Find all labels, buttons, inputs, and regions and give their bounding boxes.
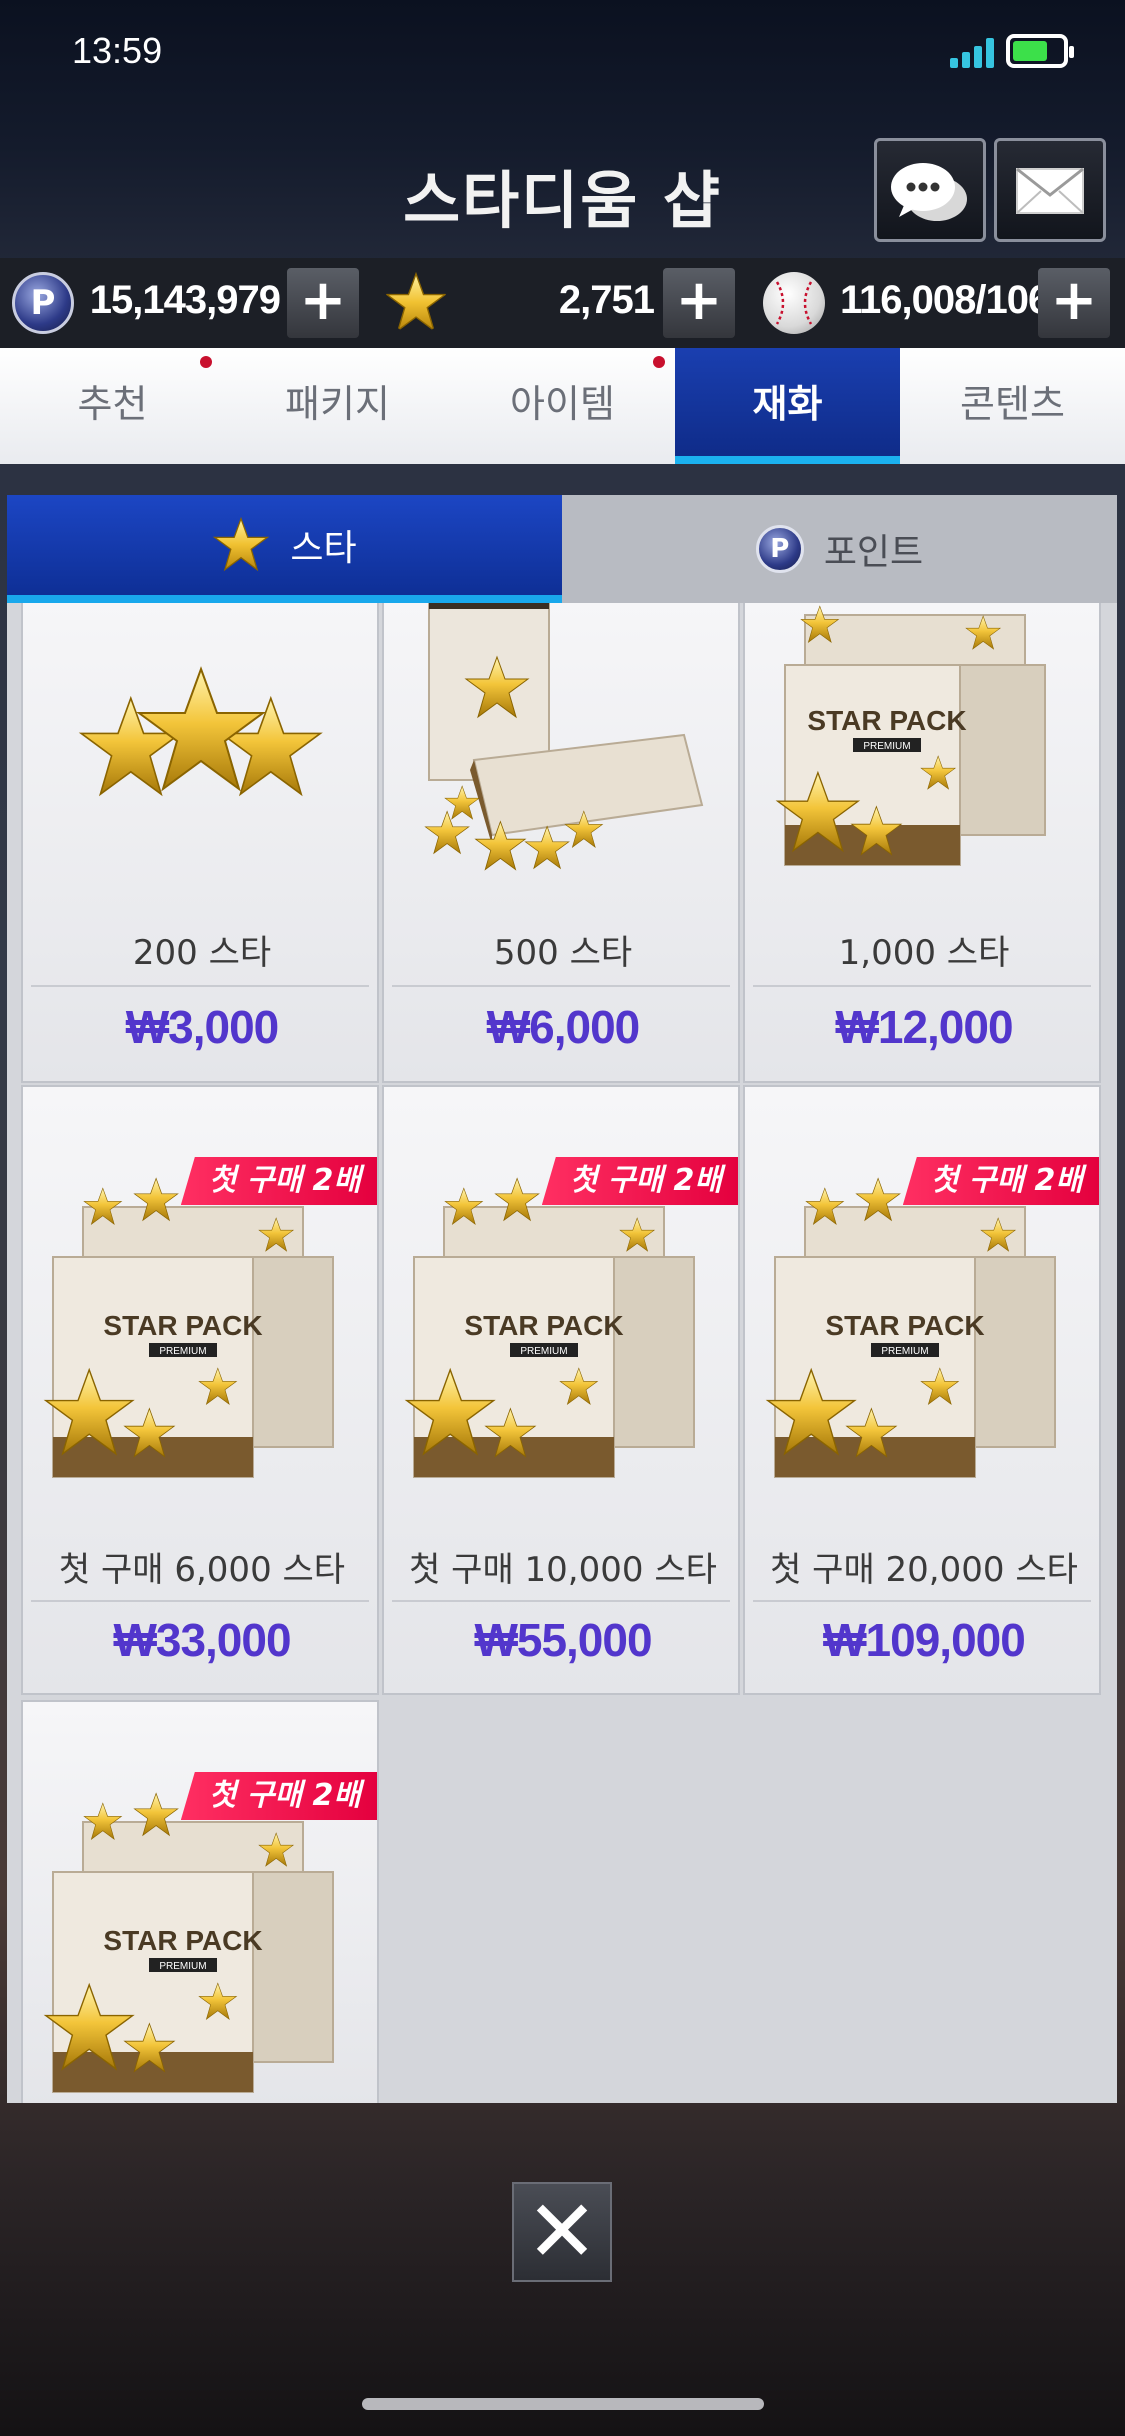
close-button[interactable]: ✕ xyxy=(512,2182,612,2282)
mail-button[interactable] xyxy=(994,138,1106,242)
tab-currency[interactable]: 재화 xyxy=(675,348,900,464)
product-price: ₩6,000 xyxy=(486,1001,641,1053)
svg-text:STAR PACK: STAR PACK xyxy=(103,1925,262,1956)
product-grid: 200 스타 ₩3,000 500 스타 ₩6,000 STAR PACK PR… xyxy=(7,603,1117,2103)
product-card[interactable]: STAR PACK PREMIUM 1,000 스타 ₩12,000 xyxy=(743,603,1101,1083)
product-name: 500 스타 xyxy=(493,933,633,973)
currency-subtabs: 스타 P 포인트 xyxy=(7,495,1117,603)
svg-text:PREMIUM: PREMIUM xyxy=(159,1346,206,1357)
status-bar: 13:59 xyxy=(0,0,1125,110)
stars-value: 2,751 xyxy=(558,278,655,322)
baseball-icon xyxy=(763,272,825,334)
product-name: 첫 구매 6,000 스타 xyxy=(58,1550,346,1590)
first-purchase-badge: 첫 구매 2배 xyxy=(902,1157,1099,1205)
currency-bar: P 15,143,979 + 2,751 + 116,008/106 + xyxy=(0,258,1125,348)
svg-text:STAR PACK: STAR PACK xyxy=(103,1310,262,1341)
product-name: 200 스타 xyxy=(132,933,272,973)
first-purchase-badge: 첫 구매 2배 xyxy=(180,1772,377,1820)
product-price: ₩55,000 xyxy=(474,1614,652,1666)
balls-value: 116,008/106 xyxy=(840,278,1050,322)
tab-label: 아이템 xyxy=(510,382,615,426)
tab-label: 패키지 xyxy=(285,382,390,426)
first-purchase-badge: 첫 구매 2배 xyxy=(180,1157,377,1205)
product-price: ₩33,000 xyxy=(113,1614,291,1666)
tab-recommended[interactable]: 추천 xyxy=(0,348,225,464)
tab-label: 콘텐츠 xyxy=(960,382,1065,426)
star-cluster-icon xyxy=(78,666,323,797)
svg-text:STAR PACK: STAR PACK xyxy=(464,1310,623,1341)
add-points-button[interactable]: + xyxy=(287,268,359,338)
tab-package[interactable]: 패키지 xyxy=(225,348,450,464)
product-card[interactable]: STAR PACK PREMIUM 첫 구매 2배 첫 구매 10,000 스타… xyxy=(382,1085,740,1695)
divider xyxy=(392,1600,730,1602)
star-pack-box-icon xyxy=(424,603,704,871)
product-price: ₩12,000 xyxy=(835,1001,1013,1053)
svg-text:STAR PACK: STAR PACK xyxy=(825,1310,984,1341)
tab-contents[interactable]: 콘텐츠 xyxy=(900,348,1125,464)
subtab-label: 스타 xyxy=(290,528,357,569)
battery-icon xyxy=(1006,34,1074,68)
category-tabs: 추천 패키지 아이템 재화 콘텐츠 xyxy=(0,348,1125,464)
divider xyxy=(753,985,1091,987)
subtab-star[interactable]: 스타 xyxy=(7,495,562,603)
product-name: 첫 구매 10,000 스타 xyxy=(409,1550,717,1590)
first-purchase-badge: 첫 구매 2배 xyxy=(541,1157,738,1205)
divider xyxy=(753,1600,1091,1602)
tab-label: 추천 xyxy=(77,382,148,426)
divider xyxy=(392,985,730,987)
product-price: ₩109,000 xyxy=(823,1614,1026,1666)
product-name: 1,000 스타 xyxy=(838,933,1010,973)
product-name: 첫 구매 20,000 스타 xyxy=(770,1550,1078,1590)
product-card[interactable]: STAR PACK PREMIUM 첫 구매 2배 첫 구매 20,000 스타… xyxy=(743,1085,1101,1695)
star-icon xyxy=(213,517,270,572)
svg-text:PREMIUM: PREMIUM xyxy=(159,1961,206,1972)
add-balls-button[interactable]: + xyxy=(1038,268,1110,338)
point-coin-icon: P xyxy=(755,525,804,573)
envelope-icon xyxy=(1016,167,1084,214)
signal-icon xyxy=(950,38,996,68)
tab-label: 재화 xyxy=(752,382,823,426)
notification-dot xyxy=(200,356,212,368)
product-card[interactable]: 500 스타 ₩6,000 xyxy=(382,603,740,1083)
home-indicator[interactable] xyxy=(362,2398,764,2410)
close-icon: ✕ xyxy=(525,2182,599,2282)
tab-item[interactable]: 아이템 xyxy=(450,348,675,464)
product-card[interactable]: STAR PACK PREMIUM 첫 구매 2배 첫 구매 6,000 스타 … xyxy=(21,1085,379,1695)
subtab-label: 포인트 xyxy=(823,532,924,573)
svg-text:PREMIUM: PREMIUM xyxy=(863,741,910,752)
divider xyxy=(31,985,369,987)
notification-dot xyxy=(653,356,665,368)
star-currency-icon xyxy=(385,272,447,333)
divider xyxy=(31,1600,369,1602)
points-value: 15,143,979 xyxy=(89,278,281,322)
star-pack-premium-icon: STAR PACK PREMIUM xyxy=(775,605,1046,866)
chat-bubble-icon xyxy=(891,163,967,221)
svg-text:PREMIUM: PREMIUM xyxy=(881,1346,928,1357)
svg-text:STAR PACK: STAR PACK xyxy=(807,705,966,736)
subtab-point[interactable]: P 포인트 xyxy=(562,495,1117,603)
product-price: ₩3,000 xyxy=(125,1001,280,1053)
product-card[interactable]: 200 스타 ₩3,000 xyxy=(21,603,379,1083)
status-time: 13:59 xyxy=(72,30,163,71)
add-stars-button[interactable]: + xyxy=(663,268,735,338)
chat-button[interactable] xyxy=(874,138,986,242)
header: 스타디움 샵 xyxy=(0,110,1125,258)
product-card[interactable]: STAR PACK PREMIUM 첫 구매 2배 xyxy=(21,1700,379,2103)
svg-text:PREMIUM: PREMIUM xyxy=(520,1346,567,1357)
point-coin-icon: P xyxy=(12,272,74,334)
